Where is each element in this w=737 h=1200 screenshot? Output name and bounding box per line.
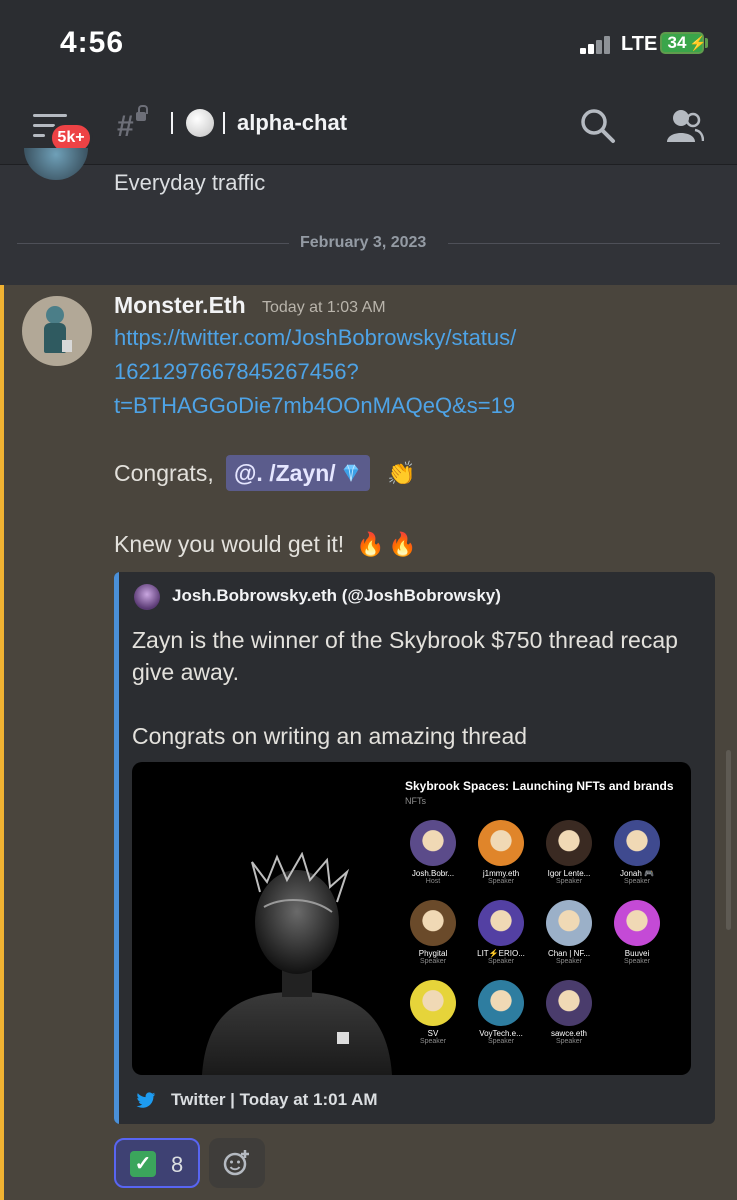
speaker-item: Josh.Bobr... Host — [399, 820, 467, 885]
network-label: LTE — [621, 33, 658, 55]
clap-emoji: 👏 — [387, 460, 416, 486]
speaker-name: Jonah 🎮 — [620, 869, 654, 878]
speaker-item: sawce.eth Speaker — [535, 980, 603, 1045]
twitter-embed[interactable]: Josh.Bobrowsky.eth (@JoshBobrowsky) Zayn… — [114, 572, 715, 1124]
speaker-avatar — [410, 900, 456, 946]
spaces-subtitle: NFTs — [405, 796, 426, 806]
speaker-item: Chan | NF... Speaker — [535, 900, 603, 965]
speaker-name: Igor Lente... — [547, 869, 591, 878]
speaker-role: Speaker — [555, 878, 583, 885]
embed-text: Zayn is the winner of the Skybrook $750 … — [132, 627, 678, 685]
gem-icon — [343, 464, 359, 482]
user-mention[interactable]: @. /Zayn/ — [226, 455, 370, 491]
speaker-avatar — [614, 820, 660, 866]
timestamp: Today at 1:03 AM — [262, 299, 386, 316]
scrollbar[interactable] — [726, 750, 731, 930]
speaker-role: Host — [425, 878, 441, 885]
mention-label: @. /Zayn/ — [234, 460, 336, 486]
speaker-name: LIT⚡ERIO... — [477, 949, 525, 958]
battery-icon: 34 ⚡ — [660, 32, 707, 54]
speaker-role: Speaker — [623, 878, 651, 885]
battery-level: 34 — [667, 33, 687, 52]
speaker-item: j1mmy.eth Speaker — [467, 820, 535, 885]
twitter-icon — [136, 1092, 156, 1108]
speaker-role: Speaker — [487, 878, 515, 885]
speaker-item: Phygital Speaker — [399, 900, 467, 965]
members-icon[interactable] — [664, 108, 704, 144]
status-bar: 4:56 LTE 34 ⚡ — [0, 0, 737, 92]
message-text: Congrats, — [114, 460, 214, 486]
speaker-name: Phygital — [418, 949, 448, 958]
search-icon[interactable] — [580, 108, 616, 144]
speaker-name: VoyTech.e... — [479, 1029, 523, 1038]
tweet-link[interactable]: t=BTHAGGoDie7mb4OOnMAQeQ&s=19 — [114, 393, 614, 419]
embed-author[interactable]: Josh.Bobrowsky.eth (@JoshBobrowsky) — [172, 586, 501, 606]
check-mark-emoji: ✓ — [130, 1151, 156, 1177]
message-text: Knew you would get it! — [114, 531, 345, 557]
speaker-avatar — [478, 900, 524, 946]
speaker-item: VoyTech.e... Speaker — [467, 980, 535, 1045]
speaker-name: SV — [427, 1029, 439, 1038]
speaker-role: Speaker — [555, 958, 583, 965]
message-text: Everyday traffic — [114, 170, 266, 195]
speaker-item: Igor Lente... Speaker — [535, 820, 603, 885]
speaker-avatar — [546, 900, 592, 946]
embed-author-avatar — [134, 584, 160, 610]
speaker-name: Buuvei — [624, 949, 650, 958]
avatar[interactable] — [22, 296, 92, 366]
divider-line — [17, 243, 289, 244]
speaker-avatar — [478, 820, 524, 866]
divider-line — [448, 243, 720, 244]
fire-emoji: 🔥 — [356, 531, 385, 557]
speaker-name: Josh.Bobr... — [411, 869, 455, 878]
reaction-button[interactable]: ✓ 8 — [114, 1138, 200, 1188]
speaker-avatar — [478, 980, 524, 1026]
speaker-avatar — [410, 820, 456, 866]
speaker-name: sawce.eth — [550, 1029, 588, 1038]
speaker-role: Speaker — [623, 958, 651, 965]
channel-name[interactable]: alpha-chat — [237, 110, 347, 136]
embed-accent-bar — [114, 572, 119, 1124]
embed-image[interactable]: Skybrook Spaces: Launching NFTs and bran… — [132, 762, 691, 1075]
fire-emoji: 🔥 — [388, 531, 417, 557]
charging-icon: ⚡ — [689, 35, 707, 51]
channel-separator — [171, 112, 173, 134]
white-circle-icon — [186, 109, 214, 137]
status-time: 4:56 — [60, 26, 125, 59]
speaker-item: Buuvei Speaker — [603, 900, 671, 965]
add-reaction-icon — [223, 1150, 249, 1176]
reaction-count: 8 — [171, 1152, 184, 1177]
add-reaction-button[interactable] — [209, 1138, 265, 1188]
channel-separator — [223, 112, 225, 134]
figure-illustration — [202, 852, 392, 1075]
speaker-role: Speaker — [487, 958, 515, 965]
tweet-link[interactable]: https://twitter.com/JoshBobrowsky/status… — [114, 325, 614, 351]
embed-description: Zayn is the winner of the Skybrook $750 … — [132, 624, 692, 784]
speaker-avatar — [546, 980, 592, 1026]
speaker-item: LIT⚡ERIO... Speaker — [467, 900, 535, 965]
username[interactable]: Monster.Eth — [114, 292, 246, 319]
spaces-title: Skybrook Spaces: Launching NFTs and bran… — [405, 779, 674, 793]
speaker-name: j1mmy.eth — [482, 869, 520, 878]
date-divider: February 3, 2023 — [300, 234, 427, 251]
speaker-role: Speaker — [487, 1038, 515, 1045]
speaker-avatar — [410, 980, 456, 1026]
speaker-avatar — [546, 820, 592, 866]
speaker-item: SV Speaker — [399, 980, 467, 1045]
speaker-role: Speaker — [555, 1038, 583, 1045]
speaker-avatar — [614, 900, 660, 946]
speaker-item: Jonah 🎮 Speaker — [603, 820, 671, 885]
speaker-name: Chan | NF... — [547, 949, 591, 958]
tweet-link[interactable]: 1621297667845267456? — [114, 359, 614, 385]
signal-icon — [580, 34, 616, 54]
avatar[interactable] — [24, 148, 88, 180]
embed-text: Congrats on writing an amazing thread — [132, 723, 528, 749]
mention-highlight-bar — [0, 285, 4, 1200]
speaker-role: Speaker — [419, 958, 447, 965]
battery-cap — [705, 38, 708, 48]
speaker-role: Speaker — [419, 1038, 447, 1045]
embed-footer: Twitter | Today at 1:01 AM — [171, 1090, 378, 1109]
locked-channel-icon: # — [117, 105, 149, 144]
channel-header: 5k+ # alpha-chat — [0, 92, 737, 165]
